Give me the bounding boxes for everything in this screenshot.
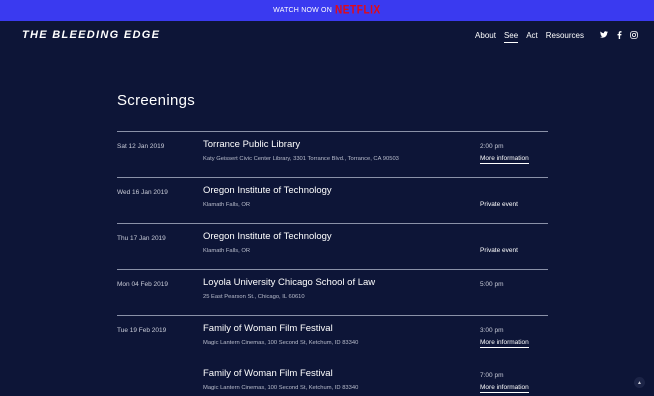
nav-resources[interactable]: Resources [546,31,584,43]
screening-time: 3:00 pm [480,327,504,334]
chevron-up-icon: ▲ [637,379,642,386]
instagram-icon[interactable] [630,30,638,39]
screening-row: Family of Woman Film Festival Magic Lant… [117,361,548,396]
nav-see[interactable]: See [503,31,519,43]
screening-time: 2:00 pm [480,143,504,150]
screening-venue: Family of Woman Film Festival [203,368,333,379]
screening-address: Katy Geissert Civic Center Library, 3301… [203,156,399,162]
screening-address: Magic Lantern Cinemas, 100 Second St, Ke… [203,385,359,391]
nav-act[interactable]: Act [526,31,538,43]
screenings-list: Sat 12 Jan 2019 Torrance Public Library … [117,131,548,396]
private-event-label: Private event [480,247,518,254]
screening-address: Klamath Falls, OR [203,202,251,208]
screening-time: 5:00 pm [480,281,504,288]
site-logo[interactable]: THE BLEEDING EDGE [22,29,160,41]
promo-banner[interactable]: WATCH NOW ON NETFLIX [0,0,654,21]
more-information-link[interactable]: More information [480,155,529,164]
screening-venue: Oregon Institute of Technology [203,185,332,196]
private-event-label: Private event [480,201,518,208]
more-information-link[interactable]: More information [480,339,529,348]
screening-date: Sat 12 Jan 2019 [117,143,165,150]
screening-venue: Family of Woman Film Festival [203,323,333,334]
screening-venue: Loyola University Chicago School of Law [203,277,376,288]
screening-venue: Oregon Institute of Technology [203,231,332,242]
page-title: Screenings [117,92,196,109]
scroll-to-top-button[interactable]: ▲ [634,377,645,388]
screening-date: Wed 16 Jan 2019 [117,189,168,196]
screening-row: Wed 16 Jan 2019 Oregon Institute of Tech… [117,177,548,223]
screening-row: Mon 04 Feb 2019 Loyola University Chicag… [117,269,548,315]
screening-row: Sat 12 Jan 2019 Torrance Public Library … [117,131,548,177]
netflix-logo[interactable]: NETFLIX [335,4,381,17]
screening-date: Mon 04 Feb 2019 [117,281,168,288]
main-nav: About See Act Resources [475,31,584,43]
screening-date: Thu 17 Jan 2019 [117,235,166,242]
screening-date: Tue 19 Feb 2019 [117,327,167,334]
nav-about[interactable]: About [475,31,496,43]
site-header: THE BLEEDING EDGE About See Act Resource… [0,21,654,51]
more-information-link[interactable]: More information [480,384,529,393]
screening-row: Tue 19 Feb 2019 Family of Woman Film Fes… [117,315,548,361]
screening-address: 25 East Pearson St., Chicago, IL 60610 [203,294,305,300]
screening-address: Klamath Falls, OR [203,248,251,254]
screening-address: Magic Lantern Cinemas, 100 Second St, Ke… [203,340,359,346]
screening-time: 7:00 pm [480,372,504,379]
facebook-icon[interactable] [615,30,623,39]
social-links [600,30,638,39]
screening-row: Thu 17 Jan 2019 Oregon Institute of Tech… [117,223,548,269]
twitter-icon[interactable] [600,30,608,39]
screening-venue: Torrance Public Library [203,139,301,150]
promo-text: WATCH NOW ON [273,7,332,14]
